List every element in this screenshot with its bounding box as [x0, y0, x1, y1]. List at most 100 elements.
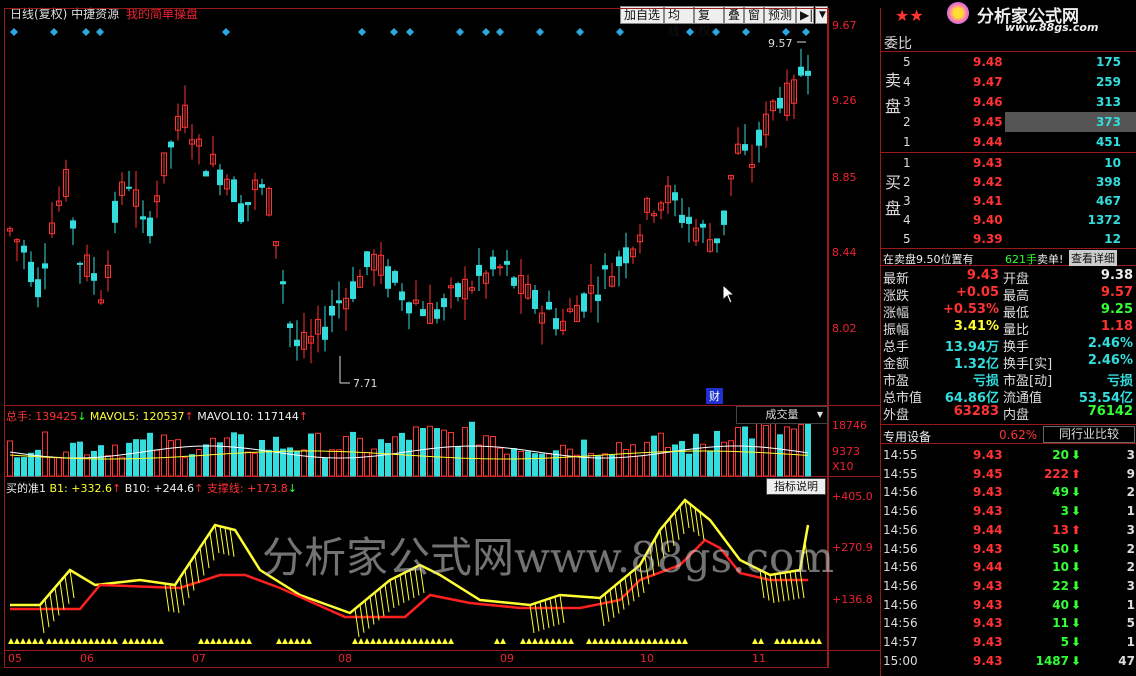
- stat-value: 3.41%: [953, 319, 999, 334]
- volume-bar: [798, 423, 804, 477]
- order-volume: 451: [1095, 135, 1121, 149]
- candle-body: [28, 261, 34, 283]
- indicator-hatch: [174, 584, 180, 614]
- signal-triangle-icon: [32, 638, 38, 644]
- sector-name[interactable]: 专用设备: [883, 428, 931, 445]
- order-volume: 10: [1104, 156, 1121, 170]
- buy-order-row[interactable]: 5 9.39 12: [881, 229, 1136, 249]
- view-detail-button[interactable]: 查看详细: [1069, 250, 1117, 266]
- indicator-hatch: [359, 604, 365, 633]
- indicator-hatch: [49, 593, 55, 622]
- candle-body: [21, 245, 27, 253]
- signal-triangle-icon: [370, 638, 376, 644]
- indicator-hatch: [214, 524, 220, 554]
- signal-triangle-icon: [146, 638, 152, 644]
- sell-order-row[interactable]: 4 9.47 259: [881, 72, 1136, 92]
- sell-order-row[interactable]: 3 9.46 313: [881, 92, 1136, 112]
- volume-bar: [560, 444, 566, 477]
- volume-bar: [245, 451, 251, 477]
- peer-compare-button[interactable]: 同行业比较: [1043, 426, 1135, 443]
- financial-report-badge[interactable]: 财: [706, 388, 723, 404]
- signal-triangle-icon: [652, 638, 658, 644]
- volume-bar: [175, 439, 181, 477]
- volume-bar: [427, 425, 433, 477]
- candle-body: [420, 309, 426, 317]
- buy-order-row[interactable]: 1 9.43 10: [881, 153, 1136, 173]
- high-price-label: 9.57: [768, 37, 793, 50]
- indicator-hatch: [194, 554, 200, 584]
- signal-diamond-icon: [802, 28, 810, 36]
- signal-triangle-icon: [604, 638, 610, 644]
- tick-row: 14:57 9.43 5 ⬇ 1: [881, 633, 1136, 651]
- indicator-hatch: [204, 539, 210, 569]
- order-price: 9.45: [973, 115, 1003, 129]
- volume-bar: [252, 452, 258, 477]
- signal-triangle-icon: [358, 638, 364, 644]
- tick-count: 2: [1126, 485, 1135, 500]
- signal-triangle-icon: [382, 638, 388, 644]
- signal-diamond-icon: [82, 28, 90, 36]
- candle-body: [147, 217, 153, 237]
- signal-triangle-icon: [758, 638, 764, 644]
- volume-bar: [714, 430, 720, 477]
- tick-row: 14:56 9.43 22 ⬇ 3: [881, 577, 1136, 595]
- signal-triangle-icon: [500, 638, 506, 644]
- tick-time: 15:00: [883, 653, 918, 668]
- order-level: 4: [903, 75, 911, 89]
- order-level: 3: [903, 95, 911, 109]
- buy-order-row[interactable]: 2 9.42 398: [881, 172, 1136, 192]
- order-volume: 467: [1095, 194, 1121, 208]
- stat-label: 外盘: [883, 408, 910, 423]
- signal-triangle-icon: [88, 638, 94, 644]
- order-volume: 12: [1104, 232, 1121, 246]
- order-price: 9.40: [973, 213, 1003, 227]
- indicator-hatch: [189, 562, 195, 591]
- volume-bar: [203, 444, 209, 477]
- signal-triangle-icon: [94, 638, 100, 644]
- volume-bar: [805, 419, 811, 477]
- buy-order-row[interactable]: 4 9.40 1372: [881, 210, 1136, 230]
- signal-diamond-icon: [96, 28, 104, 36]
- tick-row: 14:56 9.43 11 ⬇ 5: [881, 614, 1136, 632]
- arrow-up-icon: ↑: [298, 410, 309, 423]
- volume-bar: [7, 440, 13, 477]
- signal-diamond-icon: [576, 28, 584, 36]
- price-tick: 8.02: [832, 322, 857, 335]
- candle-body: [742, 144, 748, 151]
- volume-bar: [210, 437, 216, 477]
- stat-value: 2.46%: [1087, 336, 1133, 351]
- volume-bar: [315, 432, 321, 477]
- indicator-help-button[interactable]: 指标说明: [766, 478, 826, 495]
- stat-row: 涨跌 +0.05 最高 9.57: [881, 285, 1136, 304]
- volume-bar: [154, 449, 160, 477]
- volume-bar: [441, 429, 447, 477]
- signal-triangle-icon: [774, 638, 780, 644]
- sell-order-row[interactable]: 1 9.44 451: [881, 132, 1136, 152]
- tick-time: 14:56: [883, 504, 918, 519]
- watermark-text: 分析家公式网www.88gs.com: [262, 533, 835, 582]
- volume-indicator-select[interactable]: 成交量 ▼: [736, 406, 828, 424]
- sell-order-row[interactable]: 5 9.48 175: [881, 52, 1136, 72]
- volume-bar: [14, 457, 20, 477]
- order-price: 9.47: [973, 75, 1003, 89]
- volume-bar: [637, 455, 643, 477]
- volume-bar: [791, 428, 797, 477]
- stat-row: 金额 1.32亿 换手[实] 2.46%: [881, 353, 1136, 372]
- candle-body: [35, 279, 41, 298]
- tick-price: 9.43: [973, 504, 1003, 519]
- signal-triangle-icon: [134, 638, 140, 644]
- signal-triangle-icon: [436, 638, 442, 644]
- volume-bar: [378, 439, 384, 477]
- tick-price: 9.43: [973, 578, 1003, 593]
- volume-bar: [119, 456, 125, 477]
- buy-order-row[interactable]: 3 9.41 467: [881, 191, 1136, 211]
- signal-triangle-icon: [676, 638, 682, 644]
- volume-bar: [217, 442, 223, 477]
- signal-diamond-icon: [358, 28, 366, 36]
- volume-bar: [672, 444, 678, 477]
- tick-arrow-icon: ⬇: [1071, 597, 1082, 612]
- sell-order-row[interactable]: 2 9.45 373: [881, 112, 1136, 132]
- candle-body: [280, 281, 286, 285]
- signal-diamond-icon: [10, 28, 18, 36]
- signal-triangle-icon: [406, 638, 412, 644]
